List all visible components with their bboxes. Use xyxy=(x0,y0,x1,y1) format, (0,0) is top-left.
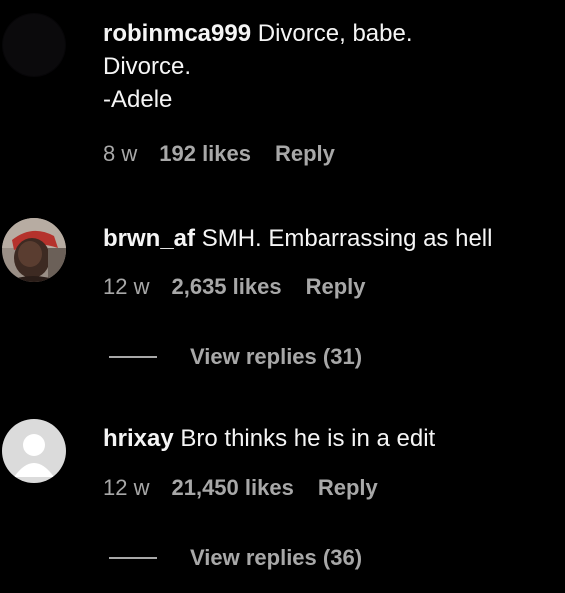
comment-line: -Adele xyxy=(103,86,173,113)
reply-button[interactable]: Reply xyxy=(318,475,378,501)
comment-likes[interactable]: 21,450 likes xyxy=(171,475,293,501)
comment-text: robinmca999 Divorce, babe. Divorce. -Ade… xyxy=(103,17,555,116)
comment-likes[interactable]: 2,635 likes xyxy=(171,274,281,300)
comment-age: 12 w xyxy=(103,475,150,500)
comment-text: hrixay Bro thinks he is in a edit xyxy=(103,422,555,455)
replies-divider xyxy=(109,356,157,358)
comment-age: 8 w xyxy=(103,141,138,166)
view-replies-button[interactable]: View replies (36) xyxy=(109,545,362,571)
comment-meta: 8 w 192 likes Reply xyxy=(103,141,555,167)
comment-line: SMH. Embarrassing as hell xyxy=(201,225,493,252)
user-photo-icon xyxy=(2,218,66,282)
comment-age: 12 w xyxy=(103,274,150,299)
comment-body: hrixay Bro thinks he is in a edit xyxy=(103,422,555,455)
comment-line: Divorce. xyxy=(103,53,192,80)
comment-body: robinmca999 Divorce, babe. Divorce. -Ade… xyxy=(103,17,555,116)
replies-divider xyxy=(109,557,157,559)
comment-username[interactable]: brwn_af xyxy=(103,225,195,252)
avatar[interactable] xyxy=(2,218,66,282)
comment-username[interactable]: hrixay xyxy=(103,425,174,452)
view-replies-label[interactable]: View replies (36) xyxy=(190,545,362,571)
comment-body: brwn_af SMH. Embarrassing as hell xyxy=(103,222,555,255)
avatar[interactable] xyxy=(2,419,66,483)
comment-line: Bro thinks he is in a edit xyxy=(180,425,436,452)
comment-meta: 12 w 2,635 likes Reply xyxy=(103,274,555,300)
view-replies-label[interactable]: View replies (31) xyxy=(190,344,362,370)
reply-button[interactable]: Reply xyxy=(275,141,335,167)
avatar[interactable] xyxy=(2,13,66,77)
comment-username[interactable]: robinmca999 xyxy=(103,20,251,47)
default-avatar-icon xyxy=(2,419,66,483)
reply-button[interactable]: Reply xyxy=(306,274,366,300)
comment-line: Divorce, babe. xyxy=(257,20,413,47)
comment-text: brwn_af SMH. Embarrassing as hell xyxy=(103,222,555,255)
comment-meta: 12 w 21,450 likes Reply xyxy=(103,475,555,501)
comment-likes[interactable]: 192 likes xyxy=(159,141,251,167)
view-replies-button[interactable]: View replies (31) xyxy=(109,344,362,370)
user-photo-icon xyxy=(2,13,66,77)
